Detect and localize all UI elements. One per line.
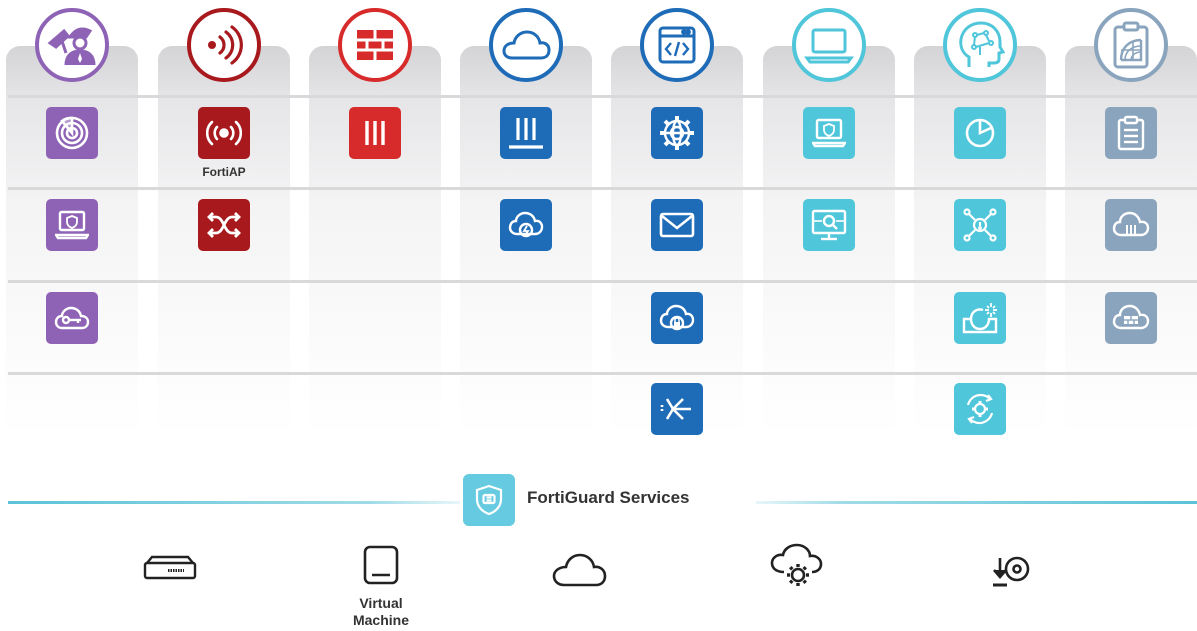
wireless-signal-icon bbox=[187, 8, 261, 82]
cloud-outline-icon bbox=[549, 550, 609, 590]
vm-label-line1: Virtual bbox=[359, 595, 403, 611]
download-disc-icon bbox=[990, 553, 1034, 591]
monitor-search-icon bbox=[803, 199, 855, 251]
pie-chart-icon bbox=[954, 107, 1006, 159]
wireless-ap-icon bbox=[198, 107, 250, 159]
radar-icon bbox=[46, 107, 98, 159]
cloud-gear-icon bbox=[767, 542, 827, 588]
virtual-machine-icon bbox=[359, 542, 403, 588]
code-window-icon bbox=[640, 8, 714, 82]
arrow-split-icon bbox=[651, 383, 703, 435]
laptop-shield-icon bbox=[803, 107, 855, 159]
row-divider bbox=[8, 187, 1197, 190]
email-envelope-icon bbox=[651, 199, 703, 251]
firewall-brick-icon bbox=[338, 8, 412, 82]
row-divider bbox=[8, 372, 1197, 375]
row-divider bbox=[8, 280, 1197, 283]
column-background bbox=[309, 46, 441, 438]
row-divider bbox=[8, 95, 1197, 98]
fortiguard-line-right bbox=[756, 501, 1197, 504]
firewall-bars-icon bbox=[349, 107, 401, 159]
appliance-device-icon bbox=[142, 552, 198, 584]
cloud-lock-icon bbox=[651, 292, 703, 344]
clipboard-globe-icon bbox=[1094, 8, 1168, 82]
fortiguard-label: FortiGuard Services bbox=[527, 488, 690, 507]
vm-label-line2: Machine bbox=[352, 612, 409, 628]
appliance-bars-icon bbox=[500, 107, 552, 159]
gear-cycle-icon bbox=[954, 383, 1006, 435]
cloud-outline-icon bbox=[489, 8, 563, 82]
security-guard-icon bbox=[35, 8, 109, 82]
cloud-bars-icon bbox=[1105, 199, 1157, 251]
fortiguard-line-left bbox=[8, 501, 460, 504]
laptop-outline-icon bbox=[792, 8, 866, 82]
switch-arrows-icon bbox=[198, 199, 250, 251]
cloud-power-icon bbox=[500, 199, 552, 251]
clipboard-list-icon bbox=[1105, 107, 1157, 159]
globe-gear-icon bbox=[651, 107, 703, 159]
laptop-shield-icon bbox=[46, 199, 98, 251]
shield-fortiguard-icon bbox=[463, 474, 515, 526]
fortiap-label: FortiAP bbox=[202, 165, 246, 179]
sandbox-burst-icon bbox=[954, 292, 1006, 344]
cloud-firewall-icon bbox=[1105, 292, 1157, 344]
network-alert-icon bbox=[954, 199, 1006, 251]
ai-head-icon bbox=[943, 8, 1017, 82]
key-cloud-icon bbox=[46, 292, 98, 344]
